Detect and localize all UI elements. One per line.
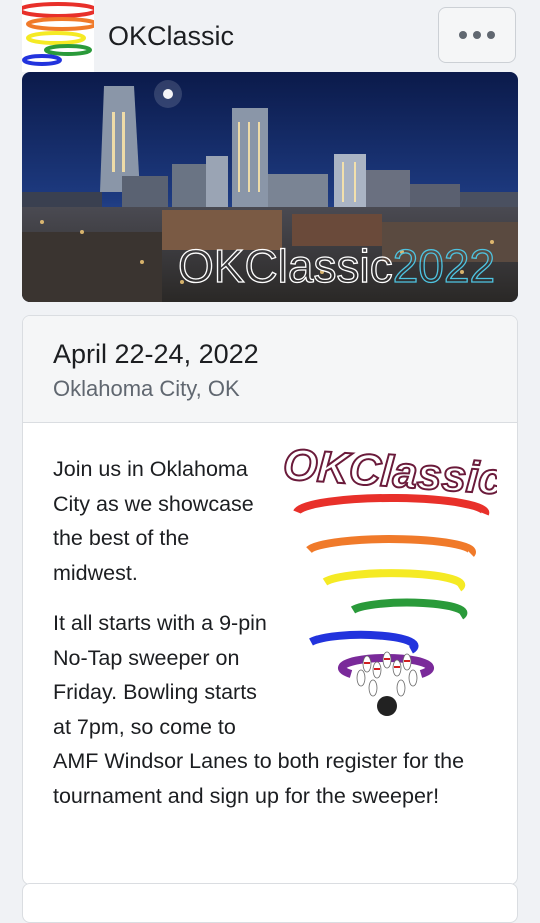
more-horizontal-icon <box>459 31 467 39</box>
banner-title: OKClassic <box>178 240 393 292</box>
event-header: April 22-24, 2022 Oklahoma City, OK <box>23 316 517 423</box>
event-date: April 22-24, 2022 <box>53 339 259 369</box>
page-logo-thumbnail[interactable] <box>22 0 94 72</box>
okclassic-logo-image: OKClassic <box>281 442 497 716</box>
cover-photo[interactable]: OKClassic2022 <box>22 72 518 302</box>
more-options-button[interactable] <box>438 7 516 63</box>
event-details-card: April 22-24, 2022 Oklahoma City, OK OKCl… <box>22 315 518 885</box>
svg-text:OKClassic2022: OKClassic2022 <box>178 240 495 292</box>
event-description: OKClassic Join us in Oklahoma City as we… <box>53 442 497 829</box>
page-header: OKClassic <box>0 0 540 72</box>
page-title: OKClassic <box>108 21 235 51</box>
more-dot <box>473 31 481 39</box>
banner-year: 2022 <box>393 240 495 292</box>
more-dot <box>487 31 495 39</box>
next-card <box>22 883 518 923</box>
event-location: Oklahoma City, OK <box>53 376 240 401</box>
bowling-pins-icon <box>356 651 418 716</box>
